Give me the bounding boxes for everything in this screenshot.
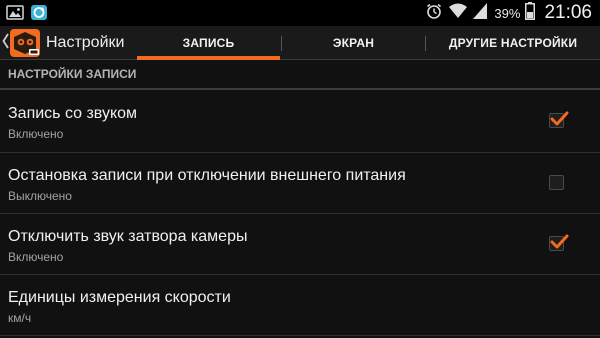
tab-recording[interactable]: ЗАПИСЬ	[137, 26, 280, 59]
battery-percent: 39%	[494, 5, 521, 21]
gallery-icon	[6, 4, 24, 21]
mute-shutter-checkbox[interactable]	[549, 234, 569, 251]
section-header: НАСТРОЙКИ ЗАПИСИ	[8, 67, 137, 81]
signal-icon	[473, 2, 488, 24]
setting-title: Остановка записи при отключении внешнего…	[8, 167, 406, 184]
sync-app-icon	[30, 4, 48, 21]
tab-other-settings[interactable]: ДРУГИЕ НАСТРОЙКИ	[426, 26, 600, 59]
row-divider	[0, 335, 600, 336]
setting-speed-units[interactable]: Единицы измерения скорости км/ч	[0, 275, 600, 335]
tab-label: ЗАПИСЬ	[182, 35, 235, 50]
setting-summary: Выключено	[8, 189, 72, 203]
tab-screen[interactable]: ЭКРАН	[282, 26, 425, 59]
checkmark-icon	[550, 234, 569, 249]
stop-on-power-loss-checkbox[interactable]	[549, 175, 564, 190]
setting-mute-shutter[interactable]: Отключить звук затвора камеры Включено	[0, 214, 600, 274]
setting-summary: Включено	[8, 250, 64, 264]
app-logo-icon[interactable]	[9, 28, 41, 58]
action-bar-title: Настройки	[46, 34, 125, 51]
setting-title: Единицы измерения скорости	[8, 289, 231, 306]
setting-title: Запись со звуком	[8, 105, 138, 122]
tab-label: ЭКРАН	[332, 35, 375, 50]
status-bar: 39% 21:06	[0, 0, 600, 26]
action-bar-divider	[0, 59, 600, 60]
setting-record-with-sound[interactable]: Запись со звуком Включено	[0, 91, 600, 151]
back-chevron-icon[interactable]	[2, 31, 9, 51]
section-divider	[0, 88, 600, 90]
status-indicators: 39% 21:06	[425, 0, 592, 26]
setting-summary: км/ч	[8, 311, 32, 325]
checkmark-icon	[550, 111, 569, 126]
record-sound-checkbox[interactable]	[549, 111, 569, 128]
alarm-icon	[425, 2, 443, 25]
setting-title: Отключить звук затвора камеры	[8, 228, 248, 245]
setting-summary: Включено	[8, 127, 64, 141]
app-screen: 39% 21:06 Настройки ЗАПИСЬ ЭКРАН ДРУГИЕ …	[0, 0, 600, 338]
setting-stop-on-power-loss[interactable]: Остановка записи при отключении внешнего…	[0, 153, 600, 213]
battery-icon	[525, 1, 536, 25]
wifi-icon	[448, 2, 468, 24]
tab-label: ДРУГИЕ НАСТРОЙКИ	[448, 35, 578, 50]
clock: 21:06	[544, 2, 592, 23]
selected-tab-indicator	[137, 56, 280, 60]
